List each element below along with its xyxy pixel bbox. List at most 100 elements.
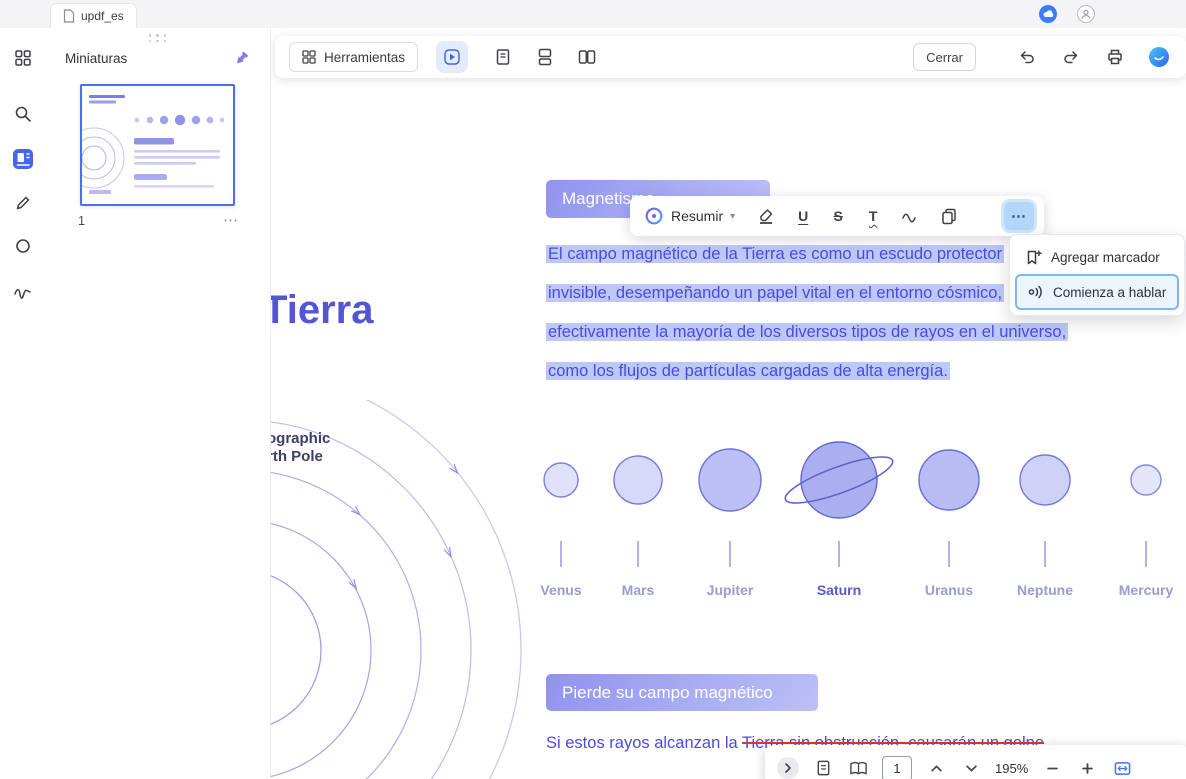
minus-icon	[1046, 767, 1058, 769]
chevron-right-icon	[785, 763, 791, 773]
cerrar-button[interactable]: Cerrar	[913, 43, 976, 71]
rail-annotate-button[interactable]	[9, 189, 36, 216]
book-view-button[interactable]	[847, 757, 869, 779]
titlebar: updf_es	[0, 0, 1186, 28]
ai-summarize-icon	[645, 207, 663, 225]
herramientas-label: Herramientas	[324, 49, 406, 65]
summarize-dropdown[interactable]: Resumir ▾	[640, 206, 739, 226]
bottom-toolbar: 195%	[765, 745, 1186, 779]
copy-icon	[942, 208, 956, 225]
wave-pencil-icon	[902, 213, 916, 223]
redo-button[interactable]	[1058, 44, 1084, 70]
two-page-view-button[interactable]	[574, 44, 600, 70]
herramientas-button[interactable]: Herramientas	[289, 42, 419, 72]
print-button[interactable]	[1102, 44, 1128, 70]
redo-icon	[1064, 51, 1078, 64]
squiggly-underline-button[interactable]: T	[862, 208, 884, 224]
plus-icon	[1081, 762, 1093, 774]
chevron-up-icon	[930, 764, 942, 772]
signature-icon	[13, 288, 31, 299]
app-window: updf_es Miniaturas 1 ⋯ Tierra ographic t…	[0, 0, 1186, 779]
fit-width-button[interactable]	[1111, 757, 1133, 779]
menu-item-agregar-marcador[interactable]: Agregar marcador	[1015, 240, 1179, 274]
fit-width-icon	[1114, 761, 1131, 775]
menu-item-comienza-a-hablar[interactable]: Comienza a hablar	[1015, 274, 1179, 310]
page-view-button[interactable]	[812, 757, 834, 779]
chevron-down-nav-icon	[965, 764, 977, 772]
tab-title: updf_es	[81, 9, 124, 23]
book-icon	[849, 761, 867, 774]
tools-grid-icon	[302, 50, 316, 64]
scroll-view-icon	[538, 48, 552, 66]
cloud-sync-icon[interactable]	[1039, 5, 1057, 23]
page-number-input[interactable]	[882, 755, 912, 779]
zoom-out-button[interactable]	[1041, 757, 1063, 779]
more-options-button[interactable]: ⋯	[1004, 202, 1034, 230]
planet-label-jupiter: Jupiter	[706, 582, 754, 598]
zoom-in-button[interactable]	[1076, 757, 1098, 779]
selected-text-line-4[interactable]: como los flujos de partículas cargadas d…	[546, 355, 950, 388]
highlight-button[interactable]	[753, 203, 779, 229]
selected-text-line-3[interactable]: efectivamente la mayoría de los diversos…	[546, 316, 1069, 349]
pin-button[interactable]	[233, 50, 250, 67]
page-icon	[817, 760, 829, 776]
main-toolbar: Herramientas Cerrar	[275, 36, 1186, 78]
speak-aloud-icon	[1028, 285, 1042, 299]
highlight-icon	[760, 209, 773, 224]
undo-button[interactable]	[1014, 44, 1040, 70]
planet-label-mars: Mars	[621, 582, 655, 598]
ai-assistant-icon	[1149, 47, 1169, 67]
planet-label-uranus: Uranus	[924, 582, 974, 598]
selected-text-line-1[interactable]: El campo magnético de la Tierra es como …	[546, 238, 1004, 271]
rail-signature-button[interactable]	[9, 277, 36, 304]
left-icon-rail	[0, 28, 45, 779]
bottom-sentence-normal: Si estos rayos alcanzan la	[546, 734, 742, 752]
undo-icon	[1020, 51, 1034, 64]
planet-label-mercury: Mercury	[1118, 582, 1174, 598]
rail-grid-button[interactable]	[9, 44, 36, 71]
underline-button[interactable]: U	[792, 208, 814, 224]
ai-assistant-button[interactable]	[1146, 44, 1172, 70]
planet-label-saturn: Saturn	[816, 582, 862, 598]
rail-search-button[interactable]	[9, 100, 36, 127]
document-icon	[63, 9, 75, 23]
rail-thumbnails-button[interactable]	[9, 145, 36, 172]
selected-text-line-2[interactable]: invisible, desempeñando un papel vital e…	[546, 277, 1005, 310]
drag-handle[interactable]	[148, 34, 168, 42]
scroll-view-button[interactable]	[532, 44, 558, 70]
zoom-level-label: 195%	[995, 760, 1029, 776]
next-page-button[interactable]	[960, 757, 982, 779]
menu-item-label: Agregar marcador	[1051, 249, 1160, 265]
expand-button[interactable]	[777, 757, 799, 779]
copy-button[interactable]	[936, 203, 962, 229]
geo-label-line2: North Pole	[271, 448, 323, 465]
print-icon	[1108, 49, 1122, 65]
bookmark-add-icon	[1027, 250, 1042, 265]
chevron-down-icon: ▾	[730, 210, 736, 222]
section-badge-pierde-campo: Pierde su campo magnético	[546, 674, 818, 711]
thumbnail-page-number: 1	[78, 214, 85, 228]
thumbnail-more-button[interactable]: ⋯	[223, 213, 238, 228]
previous-page-button[interactable]	[925, 757, 947, 779]
single-page-view-button[interactable]	[490, 44, 516, 70]
summarize-label: Resumir	[671, 208, 724, 224]
thumbnails-panel: Miniaturas 1 ⋯	[45, 28, 271, 779]
stamp-circle-icon	[15, 238, 30, 253]
freehand-button[interactable]	[897, 203, 923, 229]
reader-mode-button[interactable]	[436, 41, 469, 73]
user-avatar[interactable]	[1077, 5, 1095, 23]
selection-toolbar: Resumir ▾ U S T ⋯	[630, 196, 1044, 236]
play-icon	[444, 49, 460, 65]
page-thumbnail[interactable]	[80, 84, 235, 206]
apps-grid-icon	[14, 49, 31, 66]
rail-stamp-button[interactable]	[9, 232, 36, 259]
two-page-icon	[578, 50, 596, 64]
document-tab[interactable]: updf_es	[50, 3, 137, 28]
planets-illustration	[543, 441, 1162, 567]
strikethrough-button[interactable]: S	[827, 208, 849, 224]
panel-title: Miniaturas	[65, 50, 128, 66]
planet-label-neptune: Neptune	[1017, 582, 1073, 598]
cerrar-label: Cerrar	[926, 49, 963, 65]
thumbnail-preview	[82, 86, 233, 204]
pin-icon	[237, 51, 248, 63]
